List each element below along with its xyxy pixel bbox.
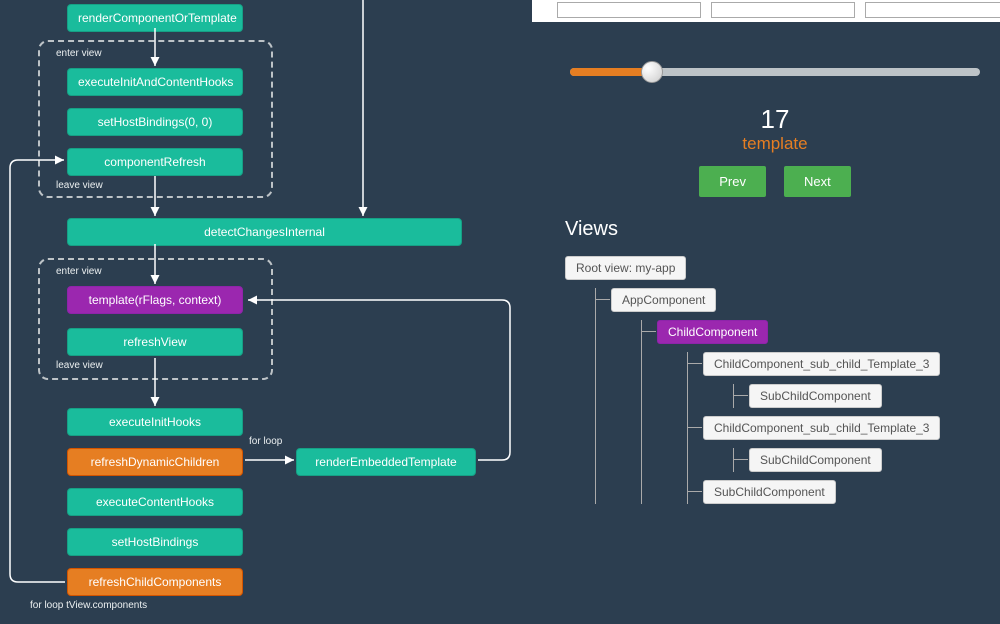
node-refresh-child-components: refreshChildComponents (67, 568, 243, 596)
input-a[interactable] (557, 2, 701, 18)
label-for-loop-components: for loop tView.components (30, 600, 147, 611)
label-enter-view-2: enter view (56, 266, 102, 277)
node-template-fn: template(rFlags, context) (67, 286, 243, 314)
node-execute-init-content-hooks: executeInitAndContentHooks (67, 68, 243, 96)
label-enter-view-1: enter view (56, 48, 102, 59)
step-slider[interactable] (570, 62, 980, 84)
tree-sub-child-c[interactable]: SubChildComponent (703, 480, 836, 504)
prev-button[interactable]: Prev (699, 166, 766, 197)
node-execute-content-hooks: executeContentHooks (67, 488, 243, 516)
step-label: template (570, 134, 980, 154)
label-leave-view-2: leave view (56, 360, 103, 371)
next-button[interactable]: Next (784, 166, 851, 197)
node-component-refresh: componentRefresh (67, 148, 243, 176)
label-for-loop: for loop (249, 436, 282, 447)
input-b[interactable] (711, 2, 855, 18)
node-set-host-bindings: setHostBindings (67, 528, 243, 556)
tree-child-component[interactable]: ChildComponent (657, 320, 768, 344)
node-render-embedded-template: renderEmbeddedTemplate (296, 448, 476, 476)
node-execute-init-hooks: executeInitHooks (67, 408, 243, 436)
nav-buttons: Prev Next (570, 166, 980, 197)
top-inputs-bar (532, 0, 1000, 22)
node-detect-changes-internal: detectChangesInternal (67, 218, 462, 246)
tree-app-component[interactable]: AppComponent (611, 288, 716, 312)
node-set-host-bindings-00: setHostBindings(0, 0) (67, 108, 243, 136)
input-c[interactable] (865, 2, 1000, 18)
label-leave-view-1: leave view (56, 180, 103, 191)
node-refresh-dynamic-children: refreshDynamicChildren (67, 448, 243, 476)
tree-sub-tpl-3a[interactable]: ChildComponent_sub_child_Template_3 (703, 352, 940, 376)
step-number: 17 (570, 104, 980, 135)
node-render-component: renderComponentOrTemplate (67, 4, 243, 32)
tree-sub-tpl-3b[interactable]: ChildComponent_sub_child_Template_3 (703, 416, 940, 440)
slider-fill (570, 68, 652, 76)
tree-sub-child-b[interactable]: SubChildComponent (749, 448, 882, 472)
tree-root[interactable]: Root view: my-app (565, 256, 686, 280)
views-tree: Root view: my-app AppComponent ChildComp… (565, 256, 985, 512)
node-refresh-view: refreshView (67, 328, 243, 356)
tree-sub-child-a[interactable]: SubChildComponent (749, 384, 882, 408)
slider-thumb[interactable] (641, 61, 663, 83)
views-heading: Views (565, 218, 618, 241)
